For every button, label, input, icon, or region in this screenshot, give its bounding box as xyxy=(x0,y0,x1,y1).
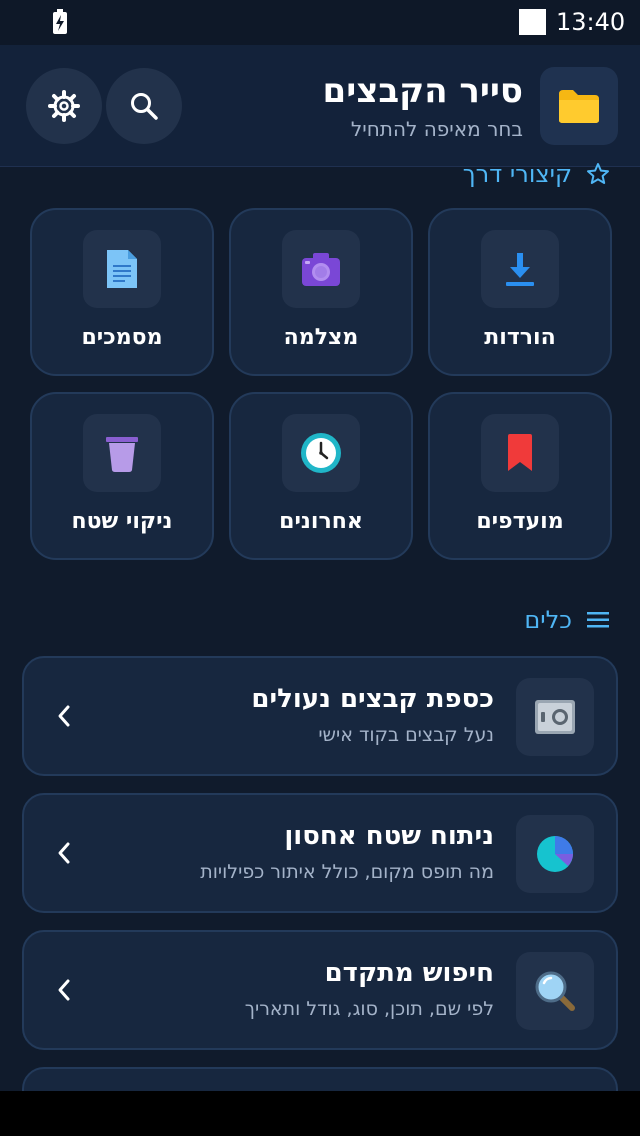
shortcut-label: מצלמה xyxy=(283,325,359,350)
safe-icon xyxy=(535,700,575,734)
page-title: סייר הקבצים xyxy=(322,71,523,111)
tool-title: כספת קבצים נעולים xyxy=(251,684,494,714)
tool-title: ניתוח שטח אחסון xyxy=(284,821,494,851)
shortcut-recent[interactable]: אחרונים xyxy=(229,392,413,560)
shortcut-downloads[interactable]: הורדות xyxy=(428,208,612,376)
search-icon xyxy=(131,93,158,120)
shortcut-icon-box xyxy=(83,230,161,308)
camera-icon xyxy=(302,253,340,286)
page-subtitle: בחר מאיפה להתחיל xyxy=(350,117,523,141)
notification-icon xyxy=(519,9,546,35)
app-logo xyxy=(540,67,618,145)
magnifier-icon xyxy=(535,971,575,1011)
shortcut-icon-box xyxy=(282,414,360,492)
shortcuts-heading-label: קיצורי דרך xyxy=(462,160,572,188)
gear-icon xyxy=(48,90,80,122)
shortcut-icon-box xyxy=(282,230,360,308)
status-time: 13:40 xyxy=(556,8,626,36)
settings-button[interactable] xyxy=(26,68,102,144)
trash-icon xyxy=(106,437,138,472)
tool-icon-box xyxy=(516,678,594,756)
shortcut-icon-box xyxy=(83,414,161,492)
tools-heading: כלים xyxy=(524,606,610,634)
shortcut-icon-box xyxy=(481,230,559,308)
tool-subtitle: נעל קבצים בקוד אישי xyxy=(318,724,494,746)
pie-chart-icon xyxy=(537,836,573,872)
folder-icon xyxy=(559,90,599,123)
system-navigation-bar xyxy=(0,1091,640,1136)
bookmark-icon xyxy=(508,434,532,471)
chevron-left-icon xyxy=(58,842,70,864)
document-icon xyxy=(107,250,137,288)
shortcut-icon-box xyxy=(481,414,559,492)
chevron-left-icon xyxy=(58,705,70,727)
tool-icon-box xyxy=(516,815,594,893)
shortcuts-heading: קיצורי דרך xyxy=(463,160,610,188)
tool-title: חיפוש מתקדם xyxy=(324,958,494,988)
chevron-left-icon xyxy=(58,979,70,1001)
shortcut-label: אחרונים xyxy=(279,509,363,534)
search-button[interactable] xyxy=(106,68,182,144)
tools-heading-label: כלים xyxy=(524,606,572,634)
tool-subtitle: לפי שם, תוכן, סוג, גודל ותאריך xyxy=(244,998,494,1020)
clock-icon xyxy=(301,433,341,473)
download-icon xyxy=(506,253,534,286)
menu-icon xyxy=(587,612,609,628)
shortcut-cleanup[interactable]: ניקוי שטח xyxy=(30,392,214,560)
shortcut-favorites[interactable]: מועדפים xyxy=(428,392,612,560)
tool-locked-vault[interactable]: כספת קבצים נעולים נעל קבצים בקוד אישי xyxy=(22,656,618,776)
tool-subtitle: מה תופס מקום, כולל איתור כפילויות xyxy=(200,861,494,883)
shortcut-label: מועדפים xyxy=(476,509,564,534)
app-header: סייר הקבצים בחר מאיפה להתחיל xyxy=(0,45,640,167)
tool-advanced-search[interactable]: חיפוש מתקדם לפי שם, תוכן, סוג, גודל ותאר… xyxy=(22,930,618,1050)
shortcut-label: ניקוי שטח xyxy=(71,509,173,534)
shortcut-label: מסמכים xyxy=(81,325,163,350)
shortcut-camera[interactable]: מצלמה xyxy=(229,208,413,376)
star-icon xyxy=(587,163,609,184)
screen: 13:40 סייר הקבצים בחר מאיפה להתחיל קיצור… xyxy=(0,0,640,1136)
shortcut-documents[interactable]: מסמכים xyxy=(30,208,214,376)
status-bar: 13:40 xyxy=(0,0,640,45)
tool-storage-analysis[interactable]: ניתוח שטח אחסון מה תופס מקום, כולל איתור… xyxy=(22,793,618,913)
shortcut-label: הורדות xyxy=(484,325,556,350)
tool-icon-box xyxy=(516,952,594,1030)
battery-charging-icon xyxy=(53,9,67,34)
